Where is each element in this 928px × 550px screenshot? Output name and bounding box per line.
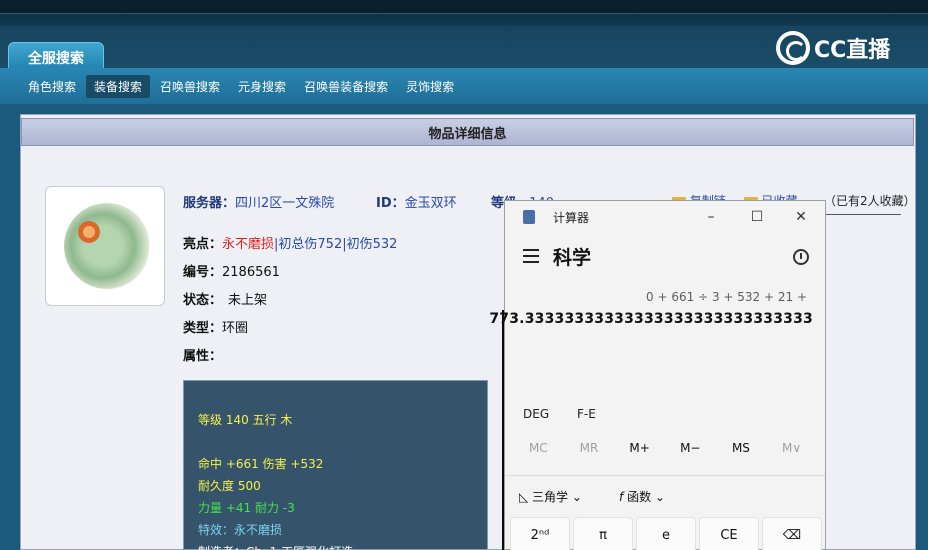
calculator-icon xyxy=(523,210,535,224)
m-list-button[interactable]: M∨ xyxy=(772,441,812,463)
attr-row: 属性： xyxy=(183,345,222,364)
type-value: 环圈 xyxy=(222,321,249,336)
type-label: 类型： xyxy=(183,321,223,336)
attr-label: 属性： xyxy=(183,349,223,364)
top-bar xyxy=(0,0,928,14)
maximize-icon[interactable]: ☐ xyxy=(747,207,767,227)
memory-row: MC MR M+ M− MS M∨ xyxy=(505,441,825,463)
key-row: 2ⁿᵈ π e CE ⌫ xyxy=(510,517,822,550)
number-row: 编号：2186561 xyxy=(183,261,280,280)
trig-dropdown[interactable]: ◺ 三角学 ⌄ xyxy=(519,488,582,505)
function-dropdown[interactable]: f 函数 ⌄ xyxy=(619,488,665,505)
function-row: ◺ 三角学 ⌄ f 函数 ⌄ xyxy=(505,475,825,513)
panel-title: 物品详细信息 xyxy=(21,118,914,146)
calc-expression: 0 + 661 ÷ 3 + 532 + 21 + xyxy=(646,290,807,304)
id-row: ID：金玉双环 xyxy=(376,192,457,211)
nav-pet-search[interactable]: 召唤兽搜索 xyxy=(152,75,228,98)
ce-key[interactable]: CE xyxy=(699,517,759,550)
tip-stats-line: 力量 +41 耐力 -3 xyxy=(198,501,295,515)
type-row: 类型：环圈 xyxy=(183,317,248,336)
cc-live-logo: CC直播 xyxy=(776,30,906,66)
status-row: 状态： 未上架 xyxy=(183,289,267,308)
id-label: ID： xyxy=(376,196,405,211)
calc-result: 773.33333333333333333333333333333 xyxy=(489,311,813,327)
calc-titlebar[interactable]: 计算器 – ☐ ✕ xyxy=(505,201,825,233)
nav-body-search[interactable]: 元身搜索 xyxy=(230,75,294,98)
calc-title: 计算器 xyxy=(553,211,590,225)
id-value: 金玉双环 xyxy=(404,196,457,211)
ring-core xyxy=(78,221,100,243)
logo-text: CC直播 xyxy=(814,38,891,63)
nav-role-search[interactable]: 角色搜索 xyxy=(20,75,84,98)
ms-button[interactable]: MS xyxy=(721,441,761,463)
server-value: 四川2区一文殊院 xyxy=(235,196,335,211)
nav-pet-equip-search[interactable]: 召唤兽装备搜索 xyxy=(296,75,396,98)
calc-mode-title: 科学 xyxy=(553,247,592,269)
highlight-rest: |初总伤752|初伤532 xyxy=(274,237,398,252)
tip-durability-line: 耐久度 500 xyxy=(198,479,261,493)
fe-button[interactable]: F-E xyxy=(577,407,596,421)
search-nav: 角色搜索 装备搜索 召唤兽搜索 元身搜索 召唤兽装备搜索 灵饰搜索 xyxy=(0,68,928,104)
collect-note: （已有2人收藏） xyxy=(824,194,916,208)
close-icon[interactable]: ✕ xyxy=(791,207,811,227)
number-label: 编号： xyxy=(183,265,223,280)
e-key[interactable]: e xyxy=(636,517,696,550)
tip-effect-line: 特效：永不磨损 xyxy=(198,523,283,537)
server-label: 服务器： xyxy=(183,196,236,211)
calculator-window: 计算器 – ☐ ✕ 科学 0 + 661 ÷ 3 + 532 + 21 + 77… xyxy=(489,200,826,550)
pi-key[interactable]: π xyxy=(573,517,633,550)
server-row: 服务器：四川2区一文殊院 xyxy=(183,192,334,211)
number-value: 2186561 xyxy=(222,265,280,280)
tip-level-line: 等级 140 五行 木 xyxy=(198,413,293,427)
second-key[interactable]: 2ⁿᵈ xyxy=(510,517,570,550)
nav-equip-search[interactable]: 装备搜索 xyxy=(86,74,151,98)
backspace-key[interactable]: ⌫ xyxy=(762,517,822,550)
ring-icon xyxy=(64,203,150,289)
minimize-icon[interactable]: – xyxy=(701,207,721,227)
m-plus-button[interactable]: M+ xyxy=(620,441,660,463)
item-image xyxy=(45,186,165,306)
m-minus-button[interactable]: M− xyxy=(670,441,710,463)
function-label: 函数 xyxy=(627,490,652,504)
divider xyxy=(825,214,901,215)
mc-button[interactable]: MC xyxy=(518,441,558,463)
history-icon[interactable] xyxy=(793,249,809,265)
tip-hit-line: 命中 +661 伤害 +532 xyxy=(198,457,324,471)
hamburger-menu-icon[interactable] xyxy=(523,249,539,263)
status-label: 状态： xyxy=(183,293,223,308)
highlight-row: 亮点：永不磨损|初总伤752|初伤532 xyxy=(183,233,397,252)
cc-logo-icon xyxy=(776,31,810,65)
mr-button[interactable]: MR xyxy=(569,441,609,463)
tip-maker-line: 制造者：Ch. 1 工匠强化打造 xyxy=(198,541,487,550)
highlight-label: 亮点： xyxy=(183,237,223,252)
trig-label: 三角学 xyxy=(532,490,569,504)
deg-button[interactable]: DEG xyxy=(523,407,549,421)
status-value: 未上架 xyxy=(228,293,268,308)
attribute-tooltip: 等级 140 五行 木 命中 +661 伤害 +532 耐久度 500 力量 +… xyxy=(183,380,488,550)
nav-ornament-search[interactable]: 灵饰搜索 xyxy=(398,75,462,98)
top-strip xyxy=(0,14,928,26)
highlight-red: 永不磨损 xyxy=(222,237,275,252)
